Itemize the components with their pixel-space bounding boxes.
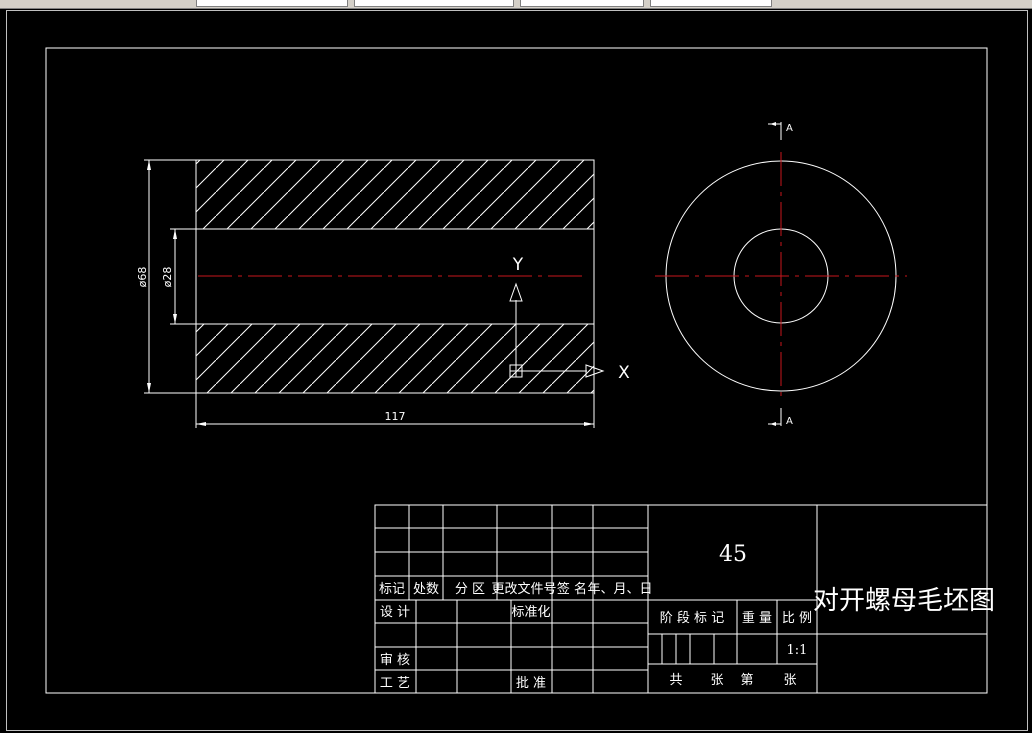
material-text: 45 bbox=[719, 542, 747, 567]
sheet-total: 共 bbox=[669, 673, 682, 688]
title-block-text: 45 对开螺母毛坯图 标记 处数 分 区 更改文件号 签 名 年、月、日 设 计… bbox=[379, 542, 995, 691]
review-label: 审 核 bbox=[380, 653, 410, 668]
rev-header-mark: 标记 bbox=[379, 582, 405, 597]
section-mark-top: A bbox=[786, 123, 793, 134]
rev-header-docno: 更改文件号 bbox=[491, 582, 556, 597]
rev-header-count: 处数 bbox=[413, 582, 439, 597]
sheet-unit-2: 张 bbox=[783, 673, 796, 688]
dim-inner-text: ø28 bbox=[161, 267, 174, 288]
scale-label: 比 例 bbox=[782, 611, 812, 626]
rev-header-sign: 签 名 bbox=[557, 581, 587, 597]
section-mark-bottom: A bbox=[786, 416, 793, 427]
lower-wall-hatch bbox=[195, 323, 595, 394]
rev-header-date: 年、月、日 bbox=[587, 582, 652, 597]
ucs-x-label: X bbox=[618, 363, 630, 383]
sheet-unit-1: 张 bbox=[710, 673, 723, 688]
process-label: 工 艺 bbox=[380, 676, 410, 691]
scale-value: 1:1 bbox=[787, 643, 808, 658]
dim-length-text: 117 bbox=[385, 410, 406, 423]
dim-inner-diameter: ø28 bbox=[161, 228, 196, 325]
sheet-nth: 第 bbox=[740, 673, 753, 688]
drawing-title: 对开螺母毛坯图 bbox=[813, 586, 995, 616]
ucs-y-label: Y bbox=[512, 255, 524, 275]
standardize-label: 标准化 bbox=[511, 605, 550, 620]
approve-label: 批 准 bbox=[516, 676, 546, 691]
upper-wall-hatch bbox=[195, 159, 595, 230]
dim-length: 117 bbox=[195, 393, 595, 428]
stage-mark-label: 阶 段 标 记 bbox=[660, 611, 724, 626]
end-view: A A bbox=[655, 122, 907, 427]
rev-header-zone: 分 区 bbox=[455, 582, 485, 597]
cad-drawing: ø68 ø28 117 Y X A A 45 对开螺母毛坯图 标记 处数 分 区… bbox=[45, 47, 995, 694]
weight-label: 重 量 bbox=[742, 610, 772, 626]
section-view bbox=[195, 159, 595, 394]
design-label: 设 计 bbox=[380, 605, 410, 620]
dim-outer-text: ø68 bbox=[136, 267, 149, 288]
